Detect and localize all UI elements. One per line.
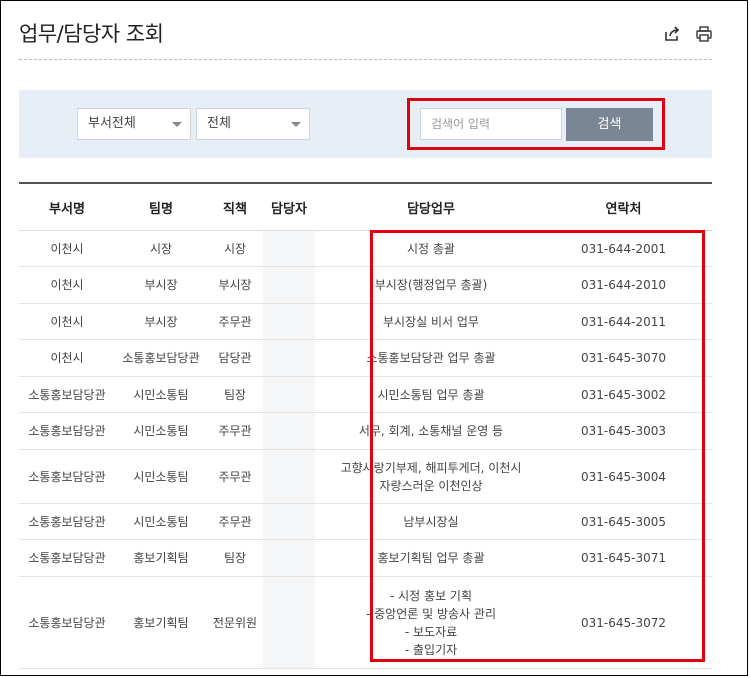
header-person: 담당자 <box>263 182 315 231</box>
header-phone: 연락처 <box>535 182 712 231</box>
cell-gap <box>315 412 327 450</box>
share-icon[interactable] <box>663 25 681 43</box>
cell-dept: 이천시 <box>19 339 115 377</box>
cell-person <box>263 412 315 450</box>
header-team: 팀명 <box>115 182 207 231</box>
cell-position: 주무관 <box>207 303 263 340</box>
cell-team: 소통홍보담당관 <box>115 339 207 377</box>
team-select-value: 전체 <box>207 116 231 131</box>
header-gap <box>315 182 327 231</box>
title-divider <box>19 59 712 60</box>
duty-highlight-box <box>370 230 705 662</box>
cell-team: 부시장 <box>115 303 207 340</box>
chevron-down-icon <box>172 122 182 127</box>
cell-dept: 이천시 <box>19 303 115 340</box>
cell-person <box>263 303 315 340</box>
cell-position: 담당관 <box>207 339 263 377</box>
cell-gap <box>315 303 327 340</box>
cell-person <box>263 576 315 669</box>
cell-dept: 소통홍보담당관 <box>19 449 115 504</box>
cell-dept: 소통홍보담당관 <box>19 412 115 450</box>
cell-team: 홍보기획팀 <box>115 539 207 577</box>
cell-person <box>263 376 315 413</box>
cell-gap <box>315 539 327 577</box>
cell-person <box>263 266 315 304</box>
cell-dept: 이천시 <box>19 230 115 267</box>
cell-dept: 소통홍보담당관 <box>19 376 115 413</box>
cell-position: 주무관 <box>207 449 263 504</box>
cell-position: 주무관 <box>207 412 263 450</box>
cell-person <box>263 449 315 504</box>
cell-gap <box>315 339 327 377</box>
cell-person <box>263 539 315 577</box>
team-select[interactable]: 전체 <box>196 108 310 140</box>
cell-dept: 소통홍보담당관 <box>19 576 115 669</box>
cell-dept: 소통홍보담당관 <box>19 539 115 577</box>
cell-dept: 이천시 <box>19 266 115 304</box>
cell-gap <box>315 503 327 540</box>
cell-team: 부시장 <box>115 266 207 304</box>
cell-team: 시장 <box>115 230 207 267</box>
cell-person <box>263 339 315 377</box>
cell-person <box>263 503 315 540</box>
cell-position: 전문위원 <box>207 576 263 669</box>
cell-position: 시장 <box>207 230 263 267</box>
cell-team: 홍보기획팀 <box>115 576 207 669</box>
cell-position: 팀장 <box>207 376 263 413</box>
cell-position: 주무관 <box>207 503 263 540</box>
header-position: 직책 <box>207 182 263 231</box>
cell-team: 시민소통팀 <box>115 412 207 450</box>
department-select-value: 부서전체 <box>88 116 136 131</box>
page-frame: 업무/담당자 조회 부서전체 전체 검색어 입력 검색 부서명 팀명 직책 담당… <box>0 0 748 676</box>
cell-gap <box>315 376 327 413</box>
cell-dept: 소통홍보담당관 <box>19 503 115 540</box>
search-highlight-box <box>407 98 665 150</box>
cell-team: 시민소통팀 <box>115 449 207 504</box>
cell-team: 시민소통팀 <box>115 503 207 540</box>
header-dept: 부서명 <box>19 182 115 231</box>
table-header-row: 부서명 팀명 직책 담당자 담당업무 연락처 <box>19 182 712 231</box>
chevron-down-icon <box>291 122 301 127</box>
cell-gap <box>315 230 327 267</box>
cell-gap <box>315 576 327 669</box>
cell-person <box>263 230 315 267</box>
page-title: 업무/담당자 조회 <box>19 22 164 46</box>
cell-position: 부시장 <box>207 266 263 304</box>
cell-team: 시민소통팀 <box>115 376 207 413</box>
print-icon[interactable] <box>695 25 713 43</box>
toolbar-icons <box>663 25 713 43</box>
department-select[interactable]: 부서전체 <box>77 108 191 140</box>
cell-gap <box>315 449 327 504</box>
header-duty: 담당업무 <box>327 182 535 231</box>
cell-gap <box>315 266 327 304</box>
cell-position: 팀장 <box>207 539 263 577</box>
